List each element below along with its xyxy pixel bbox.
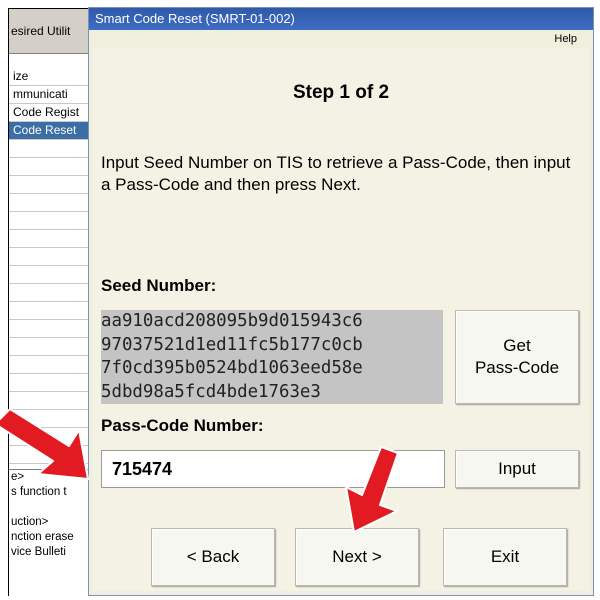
smart-code-reset-dialog: Smart Code Reset (SMRT-01-002) Help Step… [88,7,594,596]
pass-code-number-label: Pass-Code Number: [101,416,264,435]
dialog-title: Smart Code Reset (SMRT-01-002) [89,8,593,30]
next-button[interactable]: Next > [295,528,419,586]
pass-code-input[interactable]: 715474 [101,450,445,488]
get-pass-code-label-line2: Pass-Code [474,358,560,377]
seed-number-field[interactable]: aa910acd208095b9d015943c6 97037521d1ed11… [101,310,443,404]
dialog-body: Step 1 of 2 Input Seed Number on TIS to … [93,48,589,591]
seed-line: aa910acd208095b9d015943c6 [101,311,363,331]
seed-number-label: Seed Number: [101,276,217,295]
input-button[interactable]: Input [455,450,579,488]
get-pass-code-label-line1: Get [503,336,531,355]
help-menu[interactable]: Help [554,33,577,45]
step-title: Step 1 of 2 [292,82,390,103]
back-button[interactable]: < Back [151,528,275,586]
menu-bar: Help [89,30,593,48]
exit-button[interactable]: Exit [443,528,567,586]
get-pass-code-button[interactable]: Get Pass-Code [455,310,579,404]
seed-line: 7f0cd395b0524bd1063eed58e [101,358,363,378]
seed-line: 97037521d1ed11fc5b177c0cb [101,334,363,355]
instructions-text: Input Seed Number on TIS to retrieve a P… [101,153,571,194]
seed-line: 5dbd98a5fcd4bde1763e3 [101,381,321,402]
